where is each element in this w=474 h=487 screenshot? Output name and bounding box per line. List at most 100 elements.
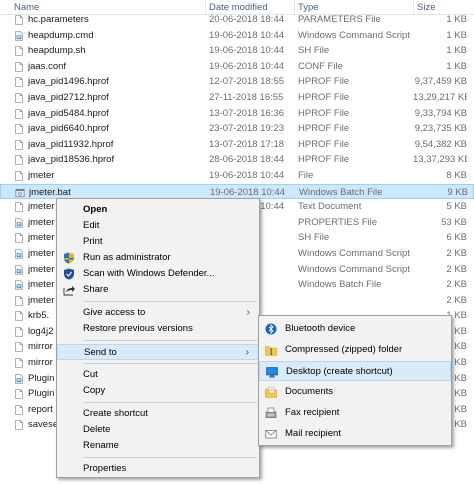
file-size: 5 KB — [446, 201, 467, 213]
file-type: HPROF File — [298, 91, 350, 103]
file-size: 2 KB — [446, 294, 467, 306]
script-icon — [14, 248, 24, 260]
table-row[interactable]: jmeter 19-06-2018 10:44 File 8 KB — [0, 168, 474, 184]
file-date-modified: 19-06-2018 10:44 — [209, 169, 285, 181]
chevron-right-icon — [245, 348, 250, 357]
menu-item-rename[interactable]: Rename — [57, 438, 259, 454]
table-row[interactable]: java_pid11932.hprof 13-07-2018 17:18 HPROF… — [0, 137, 474, 153]
menu-item-share[interactable]: Share — [57, 282, 259, 298]
file-icon — [14, 108, 24, 120]
table-row[interactable]: jaas.conf 19-06-2018 10:44 CONF File 1 KB — [0, 59, 474, 75]
file-icon — [14, 341, 24, 353]
table-row[interactable]: java_pid6640.hprof 23-07-2018 19:23 HPROF … — [0, 121, 474, 137]
file-date-modified: 19-06-2018 10:44 — [209, 60, 285, 72]
send-to-item-label: Desktop (create shortcut) — [286, 366, 393, 377]
send-to-item-documents[interactable]: Documents — [259, 382, 451, 402]
file-name: java_pid2712.hprof — [28, 91, 109, 103]
file-icon — [14, 232, 24, 244]
file-size: 9,23,735 KB — [414, 123, 467, 135]
menu-item-label: Share — [83, 284, 109, 295]
file-name: java_pid5484.hprof — [28, 107, 109, 119]
menu-item-create-shortcut[interactable]: Create shortcut — [57, 406, 259, 422]
send-to-item-mail-recipient[interactable]: Mail recipient — [259, 424, 451, 444]
file-date-modified: 23-07-2018 19:23 — [209, 123, 285, 135]
send-to-item-label: Compressed (zipped) folder — [285, 344, 403, 355]
file-date-modified: 19-06-2018 10:44 — [209, 29, 285, 41]
menu-item-label: Properties — [83, 463, 127, 474]
file-type: File — [298, 169, 314, 181]
file-size: 1 KB — [446, 29, 467, 41]
file-date-modified: 19-06-2018 10:44 — [210, 186, 286, 198]
file-size: 1 KB — [446, 14, 467, 25]
context-menu: Open Edit Print Run as administrator Scan wi… — [56, 198, 260, 478]
table-row[interactable]: java_pid2712.hprof 27-11-2018 16:55 HPROF … — [0, 90, 474, 106]
table-row[interactable]: java_pid1496.hprof 12-07-2018 18:55 HPROF … — [0, 74, 474, 90]
send-to-item-desktop-create-shortcut[interactable]: Desktop (create shortcut) — [259, 361, 451, 381]
shield-icon — [63, 252, 75, 264]
menu-item-send-to[interactable]: Send to — [57, 344, 259, 360]
table-row[interactable]: java_pid5484.hprof 13-07-2018 16:36 HPROF … — [0, 106, 474, 122]
documents-icon — [265, 386, 277, 398]
file-type: Windows Batch File — [298, 279, 382, 291]
share-icon — [63, 284, 75, 296]
table-row[interactable]: hc.parameters 20-06-2018 18:44 PARAMETERS … — [0, 12, 474, 28]
file-name: java_pid11932.hprof — [28, 138, 114, 150]
file-name: hc.parameters — [28, 14, 89, 25]
file-icon — [14, 310, 24, 322]
file-name: jmeter — [28, 169, 55, 181]
menu-item-label: Run as administrator — [83, 252, 171, 263]
table-row[interactable]: java_pid18536.hprof 28-06-2018 18:44 HPROF… — [0, 152, 474, 168]
menu-item-label: Scan with Windows Defender... — [83, 268, 215, 279]
file-type: SH File — [298, 45, 330, 57]
file-date-modified: 19-06-2018 10:44 — [209, 45, 285, 57]
menu-item-give-access-to[interactable]: Give access to — [57, 305, 259, 321]
menu-item-cut[interactable]: Cut — [57, 367, 259, 383]
file-type: HPROF File — [298, 138, 350, 150]
table-row[interactable]: heapdump.sh 19-06-2018 10:44 SH File 1 KB — [0, 43, 474, 59]
mail-icon — [265, 428, 277, 440]
file-date-modified: 13-07-2018 16:36 — [209, 107, 285, 119]
file-date-modified: 13-07-2018 17:18 — [209, 138, 285, 150]
menu-item-print[interactable]: Print — [57, 234, 259, 250]
file-date-modified: 27-11-2018 16:55 — [209, 91, 284, 103]
file-type: PARAMETERS File — [298, 14, 381, 25]
menu-item-properties[interactable]: Properties — [57, 461, 259, 477]
table-row[interactable]: heapdump.cmd 19-06-2018 10:44 Windows Comm… — [0, 28, 474, 44]
file-size: 2 KB — [446, 263, 467, 275]
menu-separator — [83, 457, 257, 458]
file-type: HPROF File — [298, 154, 350, 166]
menu-item-scan-with-windows-defender[interactable]: Scan with Windows Defender... — [57, 266, 259, 282]
menu-item-copy[interactable]: Copy — [57, 383, 259, 399]
file-name: jmeter.bat — [29, 186, 71, 198]
file-type: Windows Command Script — [298, 247, 410, 259]
menu-item-edit[interactable]: Edit — [57, 218, 259, 234]
menu-item-label: Open — [83, 204, 108, 215]
menu-item-delete[interactable]: Delete — [57, 422, 259, 438]
file-size: 2 KB — [446, 279, 467, 291]
script-icon — [14, 217, 24, 229]
file-size: 1 KB — [446, 45, 467, 57]
file-size: 9 KB — [447, 186, 468, 198]
file-size: 53 KB — [441, 216, 467, 228]
menu-item-label: Delete — [83, 424, 111, 435]
file-name: heapdump.sh — [28, 45, 86, 57]
menu-item-open[interactable]: Open — [57, 202, 259, 218]
table-row-selected[interactable]: jmeter.bat 19-06-2018 10:44 Windows Batch … — [0, 183, 474, 200]
file-type: Windows Command Script — [298, 263, 410, 275]
file-icon — [14, 404, 24, 416]
file-date-modified: 12-07-2018 18:55 — [209, 76, 285, 88]
menu-item-run-as-administrator[interactable]: Run as administrator — [57, 250, 259, 266]
send-to-item-label: Mail recipient — [285, 428, 341, 439]
file-icon — [14, 61, 24, 73]
send-to-item-bluetooth-device[interactable]: Bluetooth device — [259, 319, 451, 339]
menu-separator — [83, 402, 257, 403]
file-type: Windows Command Script — [298, 29, 410, 41]
file-size: 9,54,382 KB — [414, 138, 467, 150]
file-icon — [14, 170, 24, 182]
menu-item-label: Copy — [83, 385, 106, 396]
menu-separator — [83, 301, 257, 302]
send-to-item-fax-recipient[interactable]: Fax recipient — [259, 403, 451, 423]
send-to-item-compressed-zipped-folder[interactable]: Compressed (zipped) folder — [259, 340, 451, 360]
menu-item-restore-previous-versions[interactable]: Restore previous versions — [57, 321, 259, 337]
file-size: 6 KB — [446, 232, 467, 244]
